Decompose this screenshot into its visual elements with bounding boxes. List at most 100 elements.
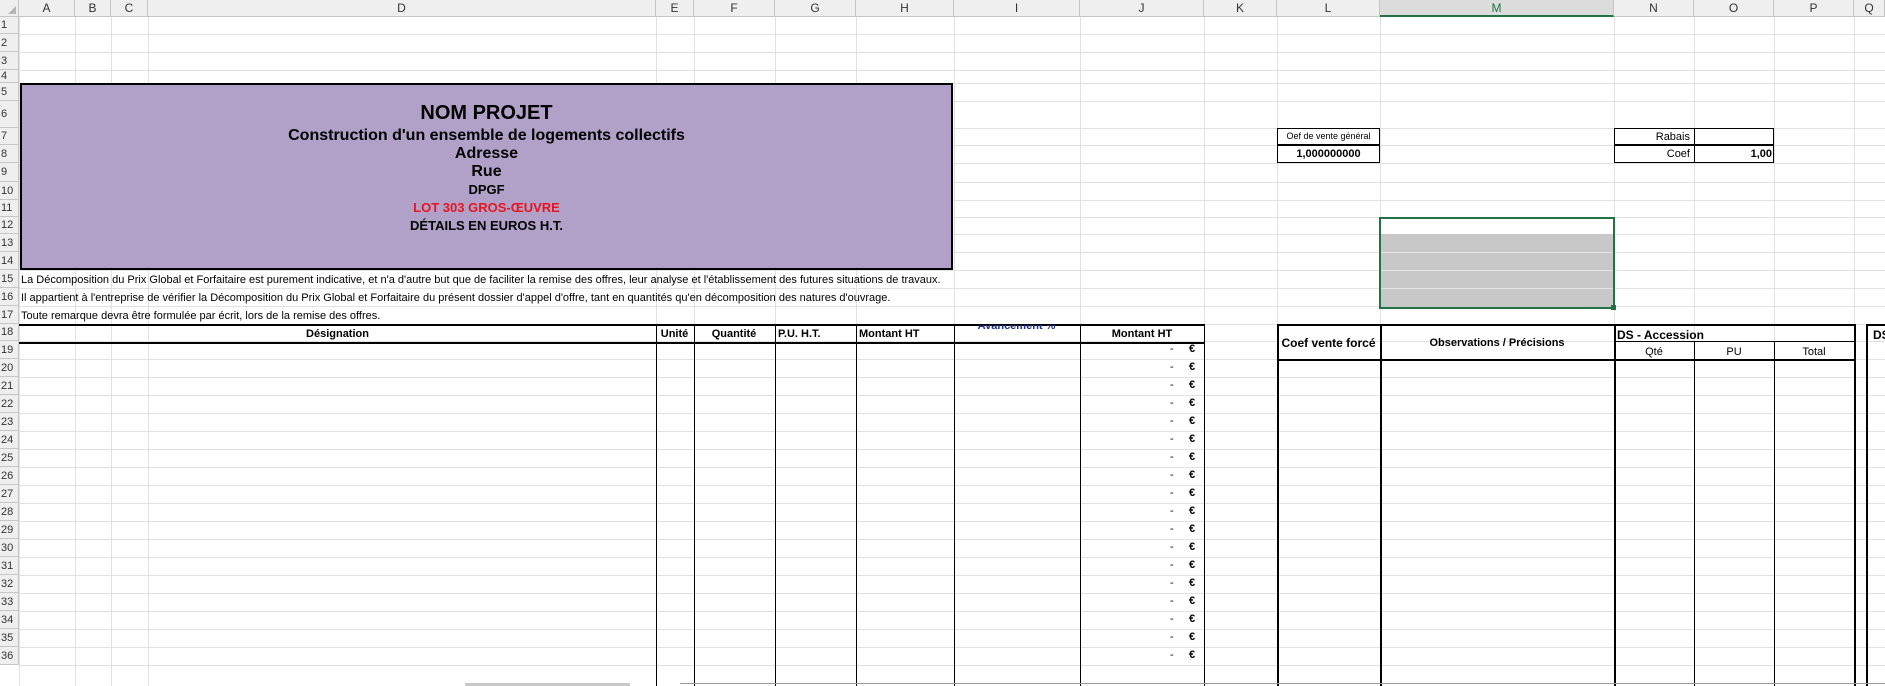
column-header-h[interactable]: H xyxy=(856,0,954,17)
column-header-a[interactable]: A xyxy=(19,0,75,17)
rabais-label: Rabais xyxy=(1655,131,1690,143)
column-header-d[interactable]: D xyxy=(148,0,656,17)
row-header-25[interactable]: 25 xyxy=(0,449,19,467)
row-header-20[interactable]: 20 xyxy=(0,359,19,377)
project-street: Rue xyxy=(471,163,502,180)
gridline-horizontal xyxy=(19,665,1885,666)
amount-currency: € xyxy=(1189,631,1196,643)
column-header-j[interactable]: J xyxy=(1080,0,1204,17)
gridline-horizontal xyxy=(19,485,1885,486)
amount-dash: - xyxy=(1170,577,1174,589)
row-header-26[interactable]: 26 xyxy=(0,467,19,485)
row-header-3[interactable]: 3 xyxy=(0,52,19,70)
select-all-corner[interactable] xyxy=(0,0,19,17)
row-header-17[interactable]: 17 xyxy=(0,306,19,324)
project-title: NOM PROJET xyxy=(420,102,553,124)
gridline-horizontal xyxy=(19,52,1885,53)
column-header-g[interactable]: G xyxy=(775,0,856,17)
amount-currency: € xyxy=(1189,379,1196,391)
column-header-c[interactable]: C xyxy=(111,0,148,17)
col-qte-header: Qté xyxy=(1645,346,1663,358)
note-line-3: Toute remarque devra être formulée par é… xyxy=(21,310,381,322)
ds-cut-header: DS xyxy=(1873,328,1885,342)
row-header-13[interactable]: 13 xyxy=(0,234,19,252)
column-header-l[interactable]: L xyxy=(1277,0,1380,17)
column-header-e[interactable]: E xyxy=(656,0,694,17)
row-header-34[interactable]: 34 xyxy=(0,611,19,629)
row-header-24[interactable]: 24 xyxy=(0,431,19,449)
gridline-horizontal xyxy=(19,34,1885,35)
fill-handle[interactable] xyxy=(1611,305,1616,310)
amount-currency: € xyxy=(1189,415,1196,427)
row-header-8[interactable]: 8 xyxy=(0,145,19,163)
column-header-p[interactable]: P xyxy=(1774,0,1854,17)
row-header-4[interactable]: 4 xyxy=(0,70,19,83)
amount-currency: € xyxy=(1189,541,1196,553)
col-coef-force-header: Coef vente forcé xyxy=(1281,336,1376,350)
selected-range[interactable] xyxy=(1379,217,1615,309)
row-header-15[interactable]: 15 xyxy=(0,270,19,288)
row-header-2[interactable]: 2 xyxy=(0,34,19,52)
row-header-30[interactable]: 30 xyxy=(0,539,19,557)
amount-currency: € xyxy=(1189,361,1196,373)
gridline-horizontal xyxy=(19,395,1885,396)
row-header-28[interactable]: 28 xyxy=(0,503,19,521)
column-header-q[interactable]: Q xyxy=(1854,0,1885,17)
amount-currency: € xyxy=(1189,397,1196,409)
bottom-edge xyxy=(680,683,1885,684)
col-unite-header: Unité xyxy=(660,328,689,340)
row-header-12[interactable]: 12 xyxy=(0,217,19,234)
gridline-horizontal xyxy=(19,70,1885,71)
gridline-horizontal xyxy=(19,611,1885,612)
column-header-i[interactable]: I xyxy=(954,0,1080,17)
row-header-36[interactable]: 36 xyxy=(0,647,19,665)
amount-dash: - xyxy=(1170,631,1174,643)
row-header-11[interactable]: 11 xyxy=(0,200,19,217)
row-header-35[interactable]: 35 xyxy=(0,629,19,647)
spreadsheet-grid[interactable]: ABCDEFGHIJKLMNOPQ 1 2 3 4 5 6 7 8 9 10 11 12 13 14 15 1… xyxy=(0,0,1885,686)
row-header-32[interactable]: 32 xyxy=(0,575,19,593)
amount-currency: € xyxy=(1189,613,1196,625)
amount-currency: € xyxy=(1189,577,1196,589)
column-header-o[interactable]: O xyxy=(1694,0,1774,17)
row-header-7[interactable]: 7 xyxy=(0,128,19,145)
column-header-n[interactable]: N xyxy=(1614,0,1694,17)
right-table-column-border xyxy=(1277,324,1279,686)
column-header-b[interactable]: B xyxy=(75,0,111,17)
main-table-column-border xyxy=(1204,324,1205,686)
main-table-column-border xyxy=(954,324,955,686)
row-header-31[interactable]: 31 xyxy=(0,557,19,575)
gridline-horizontal xyxy=(19,521,1885,522)
row-header-33[interactable]: 33 xyxy=(0,593,19,611)
col-montant-header: Montant HT xyxy=(859,328,920,340)
row-header-16[interactable]: 16 xyxy=(0,288,19,306)
row-header-27[interactable]: 27 xyxy=(0,485,19,503)
row-header-5[interactable]: 5 xyxy=(0,83,19,101)
column-header-k[interactable]: K xyxy=(1204,0,1277,17)
row-header-14[interactable]: 14 xyxy=(0,252,19,270)
amount-dash: - xyxy=(1170,541,1174,553)
row-header-19[interactable]: 19 xyxy=(0,341,19,359)
row-header-21[interactable]: 21 xyxy=(0,377,19,395)
coef-label: Coef xyxy=(1666,148,1690,160)
row-header-6[interactable]: 6 xyxy=(0,101,19,128)
row-header-22[interactable]: 22 xyxy=(0,395,19,413)
col-quantite-header: Quantité xyxy=(711,328,757,340)
row-header-1[interactable]: 1 xyxy=(0,17,19,34)
column-header-f[interactable]: F xyxy=(694,0,775,17)
main-table-column-border xyxy=(775,324,776,686)
right-table-column-border xyxy=(1380,324,1382,686)
row-header-9[interactable]: 9 xyxy=(0,163,19,182)
gridline-horizontal xyxy=(19,647,1885,648)
row-header-29[interactable]: 29 xyxy=(0,521,19,539)
gridline-horizontal xyxy=(19,377,1885,378)
row-header-18[interactable]: 18 xyxy=(0,324,19,341)
row-header-10[interactable]: 10 xyxy=(0,182,19,200)
column-header-m[interactable]: M xyxy=(1380,0,1614,17)
amount-dash: - xyxy=(1170,487,1174,499)
col-montant2-header: Montant HT xyxy=(1111,328,1173,340)
amount-dash: - xyxy=(1170,379,1174,391)
right-table-header-border xyxy=(1277,359,1614,361)
row-header-23[interactable]: 23 xyxy=(0,413,19,431)
coef-value: 1,00 xyxy=(1750,148,1772,160)
